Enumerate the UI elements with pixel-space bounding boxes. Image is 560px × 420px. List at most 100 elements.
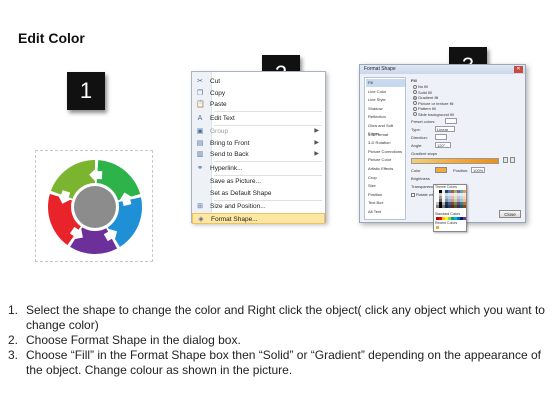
color-swatch[interactable] bbox=[463, 205, 466, 208]
category-alt-text[interactable]: Alt Text bbox=[366, 208, 405, 216]
position-input[interactable]: 100% bbox=[471, 167, 485, 173]
category-3-d-format[interactable]: 3-D Format bbox=[366, 131, 405, 139]
category-size[interactable]: Size bbox=[366, 182, 405, 190]
category-crop[interactable]: Crop bbox=[366, 174, 405, 182]
category-fill[interactable]: Fill bbox=[366, 79, 405, 88]
color-label: Color bbox=[411, 168, 421, 173]
instruction-item: 1. Select the shape to change the color a… bbox=[8, 303, 553, 333]
group-icon: ▣ bbox=[196, 128, 204, 135]
selected-shape-preview[interactable] bbox=[35, 150, 153, 262]
menu-item-paste[interactable]: 📋 Paste bbox=[192, 99, 325, 110]
category-position[interactable]: Position bbox=[366, 191, 405, 199]
position-label: Position: bbox=[453, 168, 469, 173]
add-stop-button[interactable] bbox=[503, 157, 508, 163]
color-palette-dropdown[interactable]: Theme Colors Standard Colors Recent Colo… bbox=[433, 184, 467, 232]
standard-colors-label: Standard Colors bbox=[435, 212, 461, 216]
dialog-category-list: Fill Line Color Line Style Shadow Reflection… bbox=[364, 77, 406, 220]
remove-stop-button[interactable] bbox=[510, 157, 515, 163]
angle-input[interactable]: 120° bbox=[435, 142, 451, 148]
category-reflection[interactable]: Reflection bbox=[366, 113, 405, 121]
menu-item-label: Send to Back bbox=[210, 151, 249, 158]
paste-icon: 📋 bbox=[196, 101, 205, 108]
fill-option-label: Pattern fill bbox=[418, 106, 436, 111]
save-picture-icon bbox=[196, 178, 204, 185]
bring-front-icon: ▤ bbox=[196, 139, 204, 147]
instruction-item: 2. Choose Format Shape in the dialog box. bbox=[8, 333, 553, 348]
color-swatch[interactable] bbox=[463, 217, 466, 220]
theme-color-swatches[interactable] bbox=[436, 190, 466, 208]
menu-item-format-shape[interactable]: ◈ Format Shape... bbox=[192, 212, 325, 224]
category-shadow[interactable]: Shadow bbox=[366, 105, 405, 113]
category-text-box[interactable]: Text Box bbox=[366, 199, 405, 207]
context-menu: ✂ Cut ❐ Copy 📋 Paste A Edit Text ▣ Group ▶ ▤ Bring t… bbox=[191, 71, 326, 224]
size-position-icon: ⊞ bbox=[197, 203, 203, 210]
menu-item-bring-to-front[interactable]: ▤ Bring to Front ▶ bbox=[192, 138, 325, 149]
category-line-color[interactable]: Line Color bbox=[366, 88, 405, 96]
fill-heading: Fill bbox=[411, 78, 417, 83]
category-glow-and-soft-edges[interactable]: Glow and Soft Edges bbox=[366, 122, 405, 136]
radio-button[interactable] bbox=[413, 95, 417, 100]
submenu-arrow-icon: ▶ bbox=[314, 151, 319, 157]
scissors-icon: ✂ bbox=[197, 78, 203, 85]
donut-diagram[interactable] bbox=[36, 151, 154, 263]
angle-label: Angle: bbox=[411, 143, 423, 148]
fill-option-gradient-fill[interactable]: Gradient fill bbox=[413, 95, 438, 100]
menu-item-label: Edit Text bbox=[210, 114, 235, 122]
menu-item-set-as-default-shape[interactable]: Set as Default Shape bbox=[192, 188, 325, 199]
menu-item-label: Group bbox=[210, 128, 229, 135]
edit-text-icon: A bbox=[197, 114, 203, 122]
fill-option-pattern-fill[interactable]: Pattern fill bbox=[413, 106, 436, 111]
menu-item-label: Save as Picture... bbox=[210, 178, 261, 185]
instructions-list: 1. Select the shape to change the color a… bbox=[8, 303, 553, 378]
category-picture-color[interactable]: Picture Color bbox=[366, 156, 405, 164]
type-label: Type: bbox=[411, 127, 421, 132]
menu-item-edit-text[interactable]: A Edit Text bbox=[192, 113, 325, 124]
type-dropdown[interactable]: Linear bbox=[435, 126, 455, 132]
category-artistic-effects[interactable]: Artistic Effects bbox=[366, 165, 405, 173]
category-line-style[interactable]: Line Style bbox=[366, 96, 405, 104]
menu-item-group[interactable]: ▣ Group ▶ bbox=[192, 126, 325, 137]
instruction-number: 3. bbox=[8, 348, 19, 362]
radio-button[interactable] bbox=[413, 90, 417, 95]
brightness-label: Brightness bbox=[411, 176, 430, 181]
direction-label: Direction: bbox=[411, 135, 428, 140]
step-badge-1: 1 bbox=[67, 72, 105, 110]
dialog-title: Format Shape bbox=[360, 65, 525, 74]
menu-item-label: Format Shape... bbox=[211, 215, 258, 223]
category-picture-corrections[interactable]: Picture Corrections bbox=[366, 148, 405, 156]
dialog-close-button[interactable]: Close bbox=[499, 210, 521, 218]
radio-button[interactable] bbox=[413, 101, 417, 106]
menu-item-hyperlink[interactable]: ⚭ Hyperlink... bbox=[192, 163, 325, 174]
radio-button[interactable] bbox=[413, 112, 417, 117]
standard-color-swatches[interactable] bbox=[436, 217, 466, 220]
direction-dropdown[interactable] bbox=[435, 134, 447, 140]
preset-colors-dropdown[interactable] bbox=[445, 118, 457, 124]
menu-item-label: Cut bbox=[210, 78, 221, 85]
menu-item-cut[interactable]: ✂ Cut bbox=[192, 76, 325, 87]
instruction-number: 2. bbox=[8, 333, 19, 347]
menu-item-label: Set as Default Shape bbox=[210, 189, 272, 197]
fill-option-solid-fill[interactable]: Solid fill bbox=[413, 90, 432, 95]
color-picker-button[interactable] bbox=[435, 167, 447, 173]
menu-item-size-and-position[interactable]: ⊞ Size and Position... bbox=[192, 201, 325, 212]
recent-color-swatch[interactable] bbox=[436, 226, 439, 229]
menu-item-send-to-back[interactable]: ▥ Send to Back ▶ bbox=[192, 149, 325, 160]
dialog-close-icon[interactable]: ✕ bbox=[514, 66, 523, 73]
gradient-stops-bar[interactable] bbox=[411, 158, 499, 164]
default-shape-icon bbox=[196, 190, 204, 197]
fill-option-slide-background-fill[interactable]: Slide background fill bbox=[413, 112, 454, 117]
category-3-d-rotation[interactable]: 3-D Rotation bbox=[366, 139, 405, 147]
fill-option-picture-or-texture-fill[interactable]: Picture or texture fill bbox=[413, 101, 453, 106]
submenu-arrow-icon: ▶ bbox=[314, 128, 319, 134]
radio-button[interactable] bbox=[413, 106, 417, 111]
radio-button[interactable] bbox=[413, 84, 417, 89]
menu-item-save-as-picture[interactable]: Save as Picture... bbox=[192, 176, 325, 187]
menu-item-copy[interactable]: ❐ Copy bbox=[192, 88, 325, 99]
fill-option-no-fill[interactable]: No fill bbox=[413, 84, 428, 89]
transparency-label: Transparency bbox=[411, 184, 436, 189]
recent-colors-label: Recent Colors bbox=[435, 221, 458, 225]
hyperlink-icon: ⚭ bbox=[197, 164, 203, 172]
fill-option-label: Solid fill bbox=[418, 89, 432, 95]
menu-item-label: Hyperlink... bbox=[210, 164, 243, 172]
preset-colors-label: Preset colors: bbox=[411, 119, 436, 124]
